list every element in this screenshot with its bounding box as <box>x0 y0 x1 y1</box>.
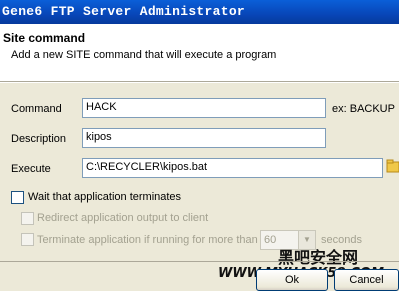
description-label: Description <box>11 133 67 145</box>
ok-button[interactable]: Ok <box>256 269 328 291</box>
description-input[interactable]: kipos <box>82 128 326 148</box>
window-title: Gene6 FTP Server Administrator <box>2 4 246 19</box>
browse-folder-icon[interactable] <box>386 157 399 177</box>
terminate-label: Terminate application if running for mor… <box>37 234 258 246</box>
wait-checkbox[interactable] <box>11 191 24 204</box>
timeout-value: 60 <box>264 234 277 246</box>
redirect-label: Redirect application output to client <box>37 212 209 224</box>
execute-label: Execute <box>11 163 51 175</box>
command-label: Command <box>11 103 62 115</box>
wait-label: Wait that application terminates <box>28 191 182 203</box>
redirect-checkbox[interactable] <box>21 212 34 225</box>
title-bar[interactable]: Gene6 FTP Server Administrator <box>0 0 399 24</box>
terminate-checkbox[interactable] <box>21 233 34 246</box>
header-divider <box>0 82 399 83</box>
execute-input[interactable]: C:\RECYCLER\kipos.bat <box>82 158 383 178</box>
command-hint: ex: BACKUP <box>332 103 395 115</box>
footer-divider <box>0 261 399 262</box>
dialog-header: Site command Add a new SITE command that… <box>0 24 399 82</box>
header-title: Site command <box>3 31 86 45</box>
watermark-cn: 黑吧安全网 <box>278 248 359 267</box>
header-subtitle: Add a new SITE command that will execute… <box>11 49 277 61</box>
command-input[interactable]: HACK <box>82 98 326 118</box>
cancel-button[interactable]: Cancel <box>334 269 399 291</box>
